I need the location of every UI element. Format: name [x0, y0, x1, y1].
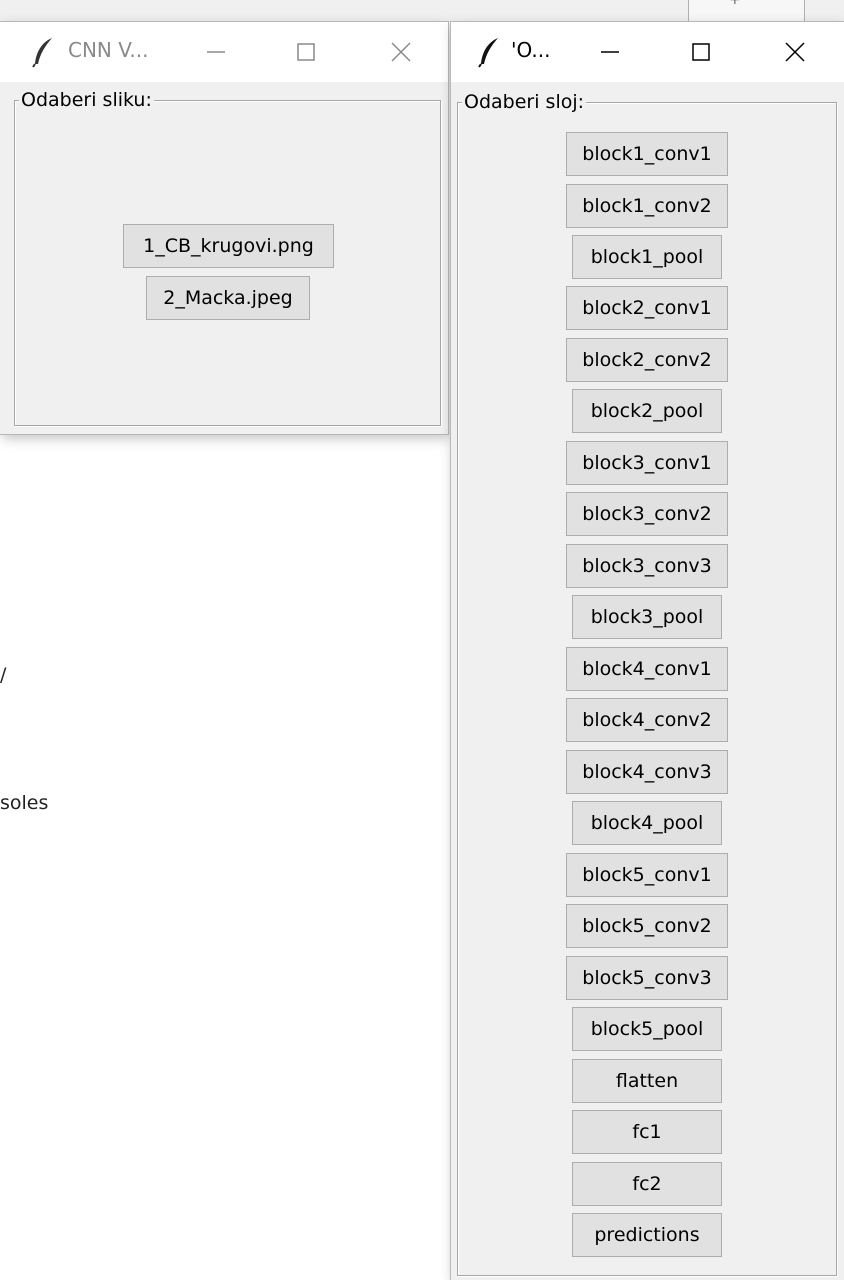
frame-label: Odaberi sliku: [19, 89, 154, 111]
layer-button[interactable]: block5_conv1 [566, 853, 728, 897]
maximize-icon [692, 43, 710, 61]
layer-button[interactable]: block3_conv3 [566, 544, 728, 588]
title-bar[interactable]: 'O... [451, 22, 844, 82]
minimize-button[interactable] [185, 22, 247, 82]
minimize-icon [207, 51, 225, 53]
image-button[interactable]: 1_CB_krugovi.png [123, 224, 334, 268]
close-icon [391, 42, 411, 62]
layer-button[interactable]: block4_conv3 [566, 750, 728, 794]
layer-button[interactable]: block3_conv2 [566, 492, 728, 536]
maximize-button[interactable] [670, 22, 732, 82]
layer-button[interactable]: block4_conv2 [566, 698, 728, 742]
minimize-button[interactable] [579, 22, 641, 82]
layer-button[interactable]: block1_conv1 [566, 132, 728, 176]
image-picker-window: CNN V... Odaberi sliku: 1_CB_krugovi.png… [0, 22, 448, 434]
frame-label: Odaberi sloj: [462, 91, 587, 113]
layer-button[interactable]: block1_pool [572, 235, 722, 279]
layer-button[interactable]: block3_conv1 [566, 441, 728, 485]
maximize-icon [297, 43, 315, 61]
feather-icon [476, 36, 504, 68]
window-title: CNN V... [68, 38, 149, 62]
image-button[interactable]: 2_Macka.jpeg [146, 276, 310, 320]
layer-button[interactable]: fc2 [572, 1162, 722, 1206]
background-header-cell: + [688, 0, 805, 22]
feather-icon [30, 36, 58, 68]
close-button[interactable] [764, 22, 826, 82]
layer-button[interactable]: block5_conv3 [566, 956, 728, 1000]
window-title: 'O... [511, 38, 551, 62]
layer-button[interactable]: block2_pool [572, 389, 722, 433]
layer-button[interactable]: predictions [572, 1213, 722, 1257]
minimize-icon [601, 51, 619, 53]
layer-button[interactable]: block5_pool [572, 1007, 722, 1051]
layer-button[interactable]: block5_conv2 [566, 904, 728, 948]
layer-button[interactable]: block4_pool [572, 801, 722, 845]
layer-button[interactable]: block4_conv1 [566, 647, 728, 691]
maximize-button[interactable] [275, 22, 337, 82]
background-cell-glyph: + [729, 0, 741, 8]
close-button[interactable] [370, 22, 432, 82]
layer-button[interactable]: block2_conv2 [566, 338, 728, 382]
layer-button[interactable]: block3_pool [572, 595, 722, 639]
layer-button[interactable]: block2_conv1 [566, 286, 728, 330]
close-icon [785, 42, 805, 62]
layer-button[interactable]: block1_conv2 [566, 184, 728, 228]
layer-button[interactable]: fc1 [572, 1110, 722, 1154]
layer-picker-window: 'O... Odaberi sloj: block1_conv1 block1_… [451, 22, 844, 1280]
background-text: / [0, 664, 7, 686]
layer-button[interactable]: flatten [572, 1059, 722, 1103]
title-bar[interactable]: CNN V... [0, 22, 448, 82]
background-text: soles [0, 792, 49, 814]
